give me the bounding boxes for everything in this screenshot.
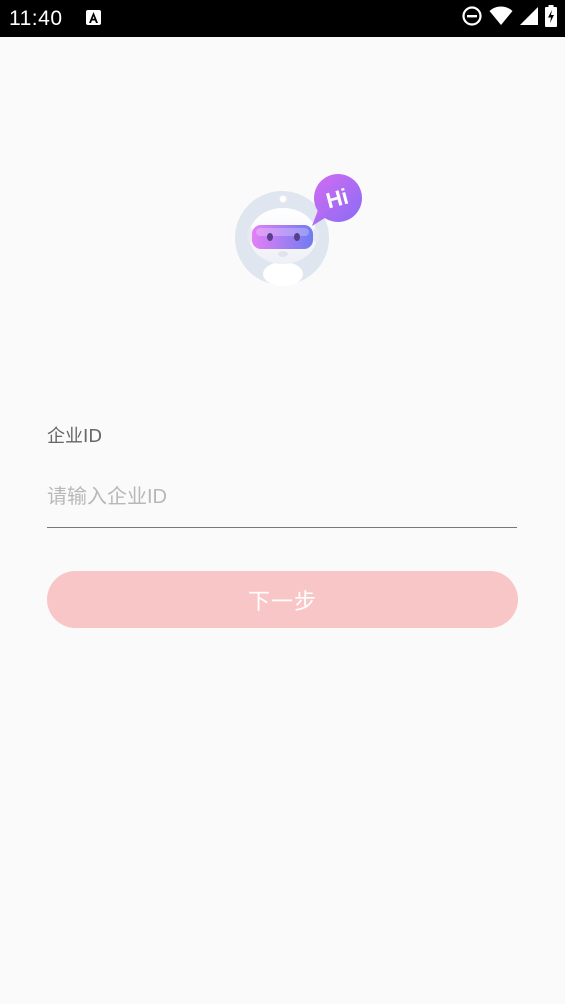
next-step-button[interactable]: 下一步 [47, 571, 518, 628]
robot-mascot-icon: Hi [235, 174, 362, 286]
wifi-icon [489, 6, 513, 30]
do-not-disturb-icon [461, 5, 483, 31]
signal-icon [519, 6, 539, 30]
logo: Hi [230, 170, 370, 290]
status-bar: 11:40 [0, 0, 565, 37]
enterprise-id-label: 企业ID [47, 426, 103, 447]
text-a-icon [86, 10, 101, 25]
battery-charging-icon [545, 5, 557, 31]
enterprise-id-input[interactable] [47, 468, 517, 528]
status-time: 11:40 [9, 7, 63, 30]
